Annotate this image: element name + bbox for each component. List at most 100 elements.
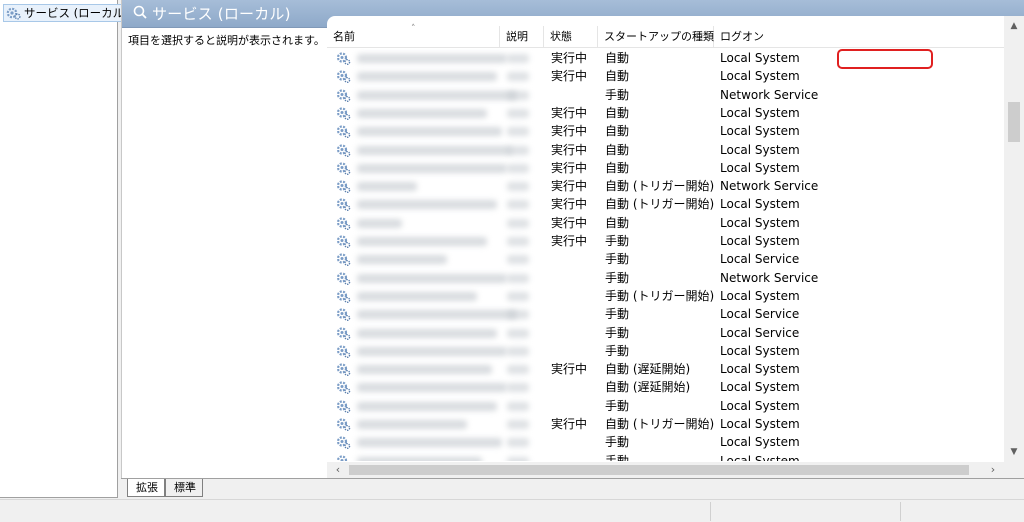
blurred-name [357,237,487,246]
tree-item-label: サービス (ローカル) [24,6,129,20]
logon-cell: Local System [720,215,800,230]
status-cell: 実行中 [551,197,588,212]
description-text: 項目を選択すると説明が表示されます。 [128,34,325,47]
service-row[interactable]: 手動 (トリガー開始) Local System [327,287,1009,305]
scroll-corner [1004,462,1024,478]
blurred-description [507,456,529,461]
tab-standard[interactable]: 標準 [165,479,203,497]
tree-item-services-local[interactable]: サービス (ローカル) [3,4,133,22]
service-row[interactable]: 実行中 自動 Local System [327,122,1009,140]
service-row[interactable]: 手動 Local System [327,342,1009,360]
service-row[interactable]: 手動 Local Service [327,305,1009,323]
services-list[interactable]: 名前 ˄ 説明 状態 スタートアップの種類 ログオン 実行中 自動 Local Sy… [327,16,1024,478]
service-row[interactable]: 自動 (遅延開始) Local System [327,378,1009,396]
service-row[interactable]: 実行中 自動 Local System [327,159,1009,177]
status-cell: 実行中 [551,234,588,248]
service-row[interactable]: 手動 Network Service [327,86,1009,104]
service-row[interactable]: 手動 Local Service [327,250,1009,268]
status-bar [0,499,1024,522]
logon-cell: Local System [720,417,800,431]
blurred-description [507,200,529,210]
service-row[interactable]: 実行中 自動 Local System [327,67,1009,85]
scroll-right-arrow[interactable]: › [984,462,1002,478]
service-row[interactable]: 実行中 自動 Local System [327,141,1009,159]
startup-type-cell: 手動 [605,343,630,358]
column-header-logon[interactable]: ログオン [714,26,1009,48]
blurred-description [507,420,529,429]
status-cell: 実行中 [551,215,588,230]
vertical-scrollbar[interactable]: ▲ ▼ [1004,16,1024,462]
service-row[interactable]: 手動 Network Service [327,269,1009,287]
startup-type-cell: 手動 [605,234,630,248]
gear-icon [336,252,351,267]
column-header-startup-type[interactable]: スタートアップの種類 [598,26,714,48]
service-row[interactable]: 手動 Local System [327,397,1009,415]
gear-icon [336,417,351,432]
view-tabs: 拡張 標準 [121,478,1024,498]
blurred-name [357,383,507,393]
startup-type-cell: 自動 (トリガー開始) [605,417,715,431]
startup-type-cell: 手動 [605,398,630,413]
column-header-status[interactable]: 状態 [544,26,598,48]
gear-icon [336,362,351,377]
service-row[interactable]: 実行中 自動 (トリガー開始) Local System [327,415,1009,433]
service-row[interactable]: 実行中 自動 Local System [327,104,1009,122]
blurred-description [507,218,529,228]
blurred-description [507,438,529,448]
vertical-scroll-thumb[interactable] [1008,102,1020,142]
blurred-name [357,255,447,265]
startup-type-cell: 自動 [605,160,630,175]
logon-cell: Network Service [720,87,819,102]
service-row[interactable]: 実行中 自動 Local System [327,214,1009,232]
magnifier-icon [132,4,148,23]
logon-cell: Local System [720,105,800,120]
blurred-name [357,200,497,210]
service-row[interactable]: 実行中 自動 (トリガー開始) Network Service [327,177,1009,195]
status-cell: 実行中 [551,417,588,431]
gear-icon [336,326,351,341]
blurred-name [357,401,497,411]
scroll-down-arrow[interactable]: ▼ [1004,444,1024,460]
gear-icon [336,51,351,66]
highlight-annotation [837,49,933,69]
status-separator [900,502,901,521]
gear-icon [336,399,351,414]
logon-cell: Local Service [720,252,800,267]
service-row[interactable]: 実行中 自動 (トリガー開始) Local System [327,195,1009,213]
blurred-name [357,346,507,356]
column-header-name[interactable]: 名前 ˄ [327,24,500,48]
blurred-name [357,72,497,82]
horizontal-scrollbar[interactable]: ‹ › [327,462,1004,478]
gear-icon [336,143,351,158]
startup-type-cell: 自動 [605,215,630,230]
gear-icon [336,69,351,84]
blurred-name [357,291,477,301]
service-row[interactable]: 実行中 自動 (遅延開始) Local System [327,360,1009,378]
gear-icon [336,307,351,322]
service-row[interactable]: 手動 Local System [327,433,1009,451]
blurred-description [507,328,529,338]
service-row[interactable]: 実行中 手動 Local System [327,232,1009,250]
startup-type-cell: 手動 (トリガー開始) [605,288,715,303]
column-header-description[interactable]: 説明 [500,26,544,48]
logon-cell: Local Service [720,325,800,340]
logon-cell: Local System [720,197,800,212]
logon-cell: Local System [720,160,800,175]
horizontal-scroll-thumb[interactable] [349,465,969,475]
status-cell: 実行中 [551,105,588,120]
gear-icon [336,179,351,194]
logon-cell: Network Service [720,270,819,285]
scroll-up-arrow[interactable]: ▲ [1004,18,1024,34]
blurred-name [357,90,517,100]
blurred-name [357,328,497,338]
logon-cell: Local System [720,124,800,139]
blurred-description [507,273,529,283]
scroll-left-arrow[interactable]: ‹ [329,462,347,478]
startup-type-cell: 自動 (トリガー開始) [605,197,715,212]
service-row[interactable]: 手動 Local System [327,452,1009,461]
tab-extended[interactable]: 拡張 [127,479,165,497]
startup-type-cell: 手動 [605,435,630,450]
blurred-description [507,365,529,375]
blurred-description [507,346,529,356]
service-row[interactable]: 手動 Local Service [327,324,1009,342]
